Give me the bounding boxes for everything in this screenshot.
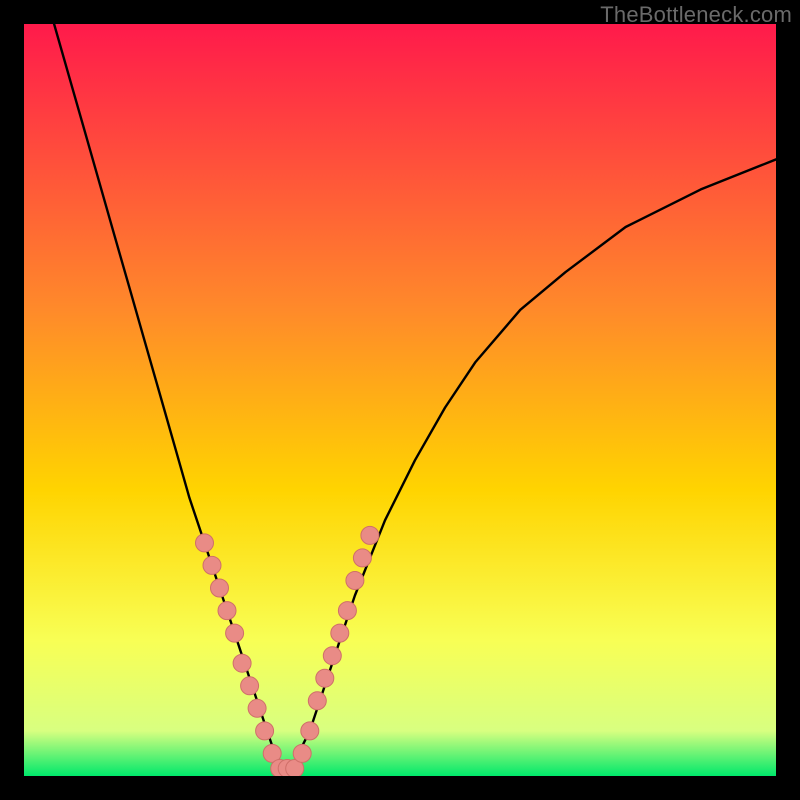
marker-point [331,624,349,642]
marker-point [293,744,311,762]
marker-point [323,647,341,665]
marker-point [196,534,214,552]
marker-point [308,692,326,710]
bottleneck-plot [24,24,776,776]
marker-point [218,602,236,620]
gradient-background [24,24,776,776]
marker-point [346,572,364,590]
marker-point [248,699,266,717]
marker-point [203,556,221,574]
marker-point [361,526,379,544]
marker-point [211,579,229,597]
marker-point [233,654,251,672]
chart-frame [24,24,776,776]
marker-point [301,722,319,740]
marker-point [316,669,334,687]
watermark-text: TheBottleneck.com [600,2,792,28]
marker-point [226,624,244,642]
marker-point [241,677,259,695]
marker-point [353,549,371,567]
marker-point [256,722,274,740]
marker-point [338,602,356,620]
